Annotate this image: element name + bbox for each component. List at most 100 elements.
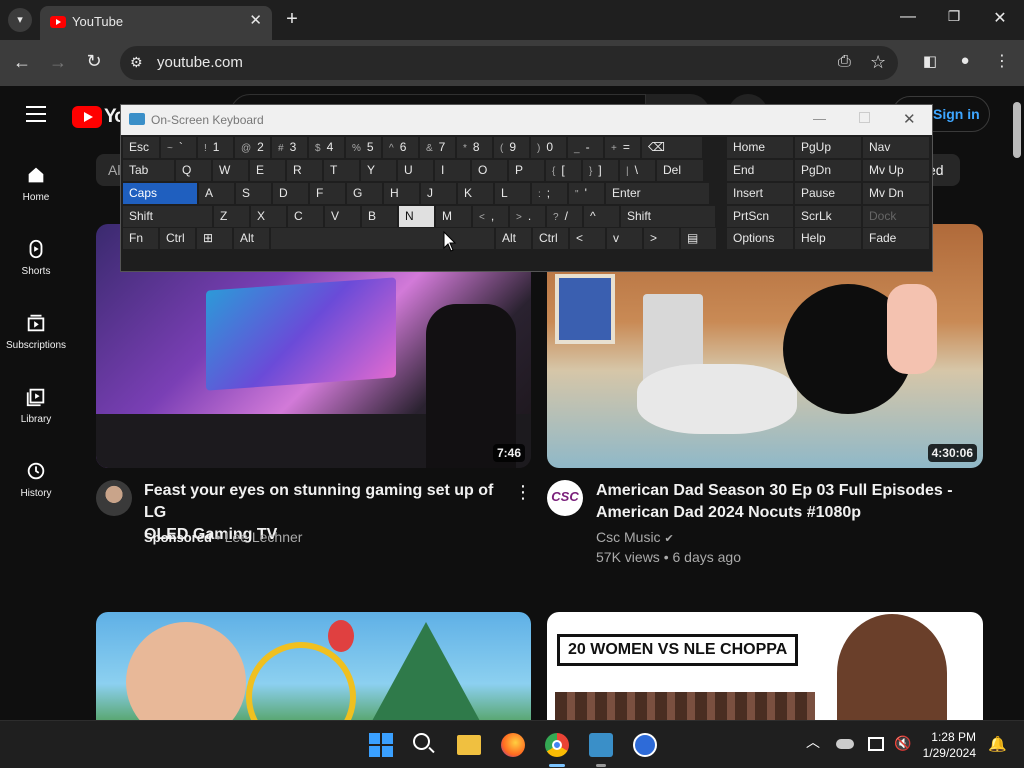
- volume-muted-icon[interactable]: 🔇: [894, 735, 911, 752]
- osk-key-shift[interactable]: Shift: [123, 206, 212, 227]
- profile-icon[interactable]: ●: [955, 52, 975, 69]
- osk-key-help[interactable]: Help: [795, 228, 861, 249]
- osk-key-symbol[interactable]: ? /: [547, 206, 582, 227]
- osk-key-symbol[interactable]: ⌫: [642, 137, 702, 158]
- osk-key-h[interactable]: H: [384, 183, 419, 204]
- firefox-icon[interactable]: [501, 733, 525, 757]
- osk-key-del[interactable]: Del: [657, 160, 703, 181]
- channel-avatar[interactable]: [96, 480, 132, 516]
- channel-name[interactable]: Lee Lechner: [225, 529, 303, 545]
- osk-key-caps[interactable]: Caps: [123, 183, 197, 204]
- osk-key-symbol[interactable]: :;: [532, 183, 567, 204]
- osk-key-9[interactable]: (9: [494, 137, 529, 158]
- browser-tab[interactable]: YouTube ✕: [40, 6, 272, 40]
- notification-bell-icon[interactable]: 🔔: [988, 735, 1007, 753]
- video-more-options-icon[interactable]: ⋮: [514, 482, 532, 503]
- osk-key-p[interactable]: P: [509, 160, 544, 181]
- osk-key-tab[interactable]: Tab: [123, 160, 174, 181]
- minimize-window-button[interactable]: —: [898, 8, 918, 26]
- osk-key-ctrl[interactable]: Ctrl: [533, 228, 568, 249]
- osk-key-7[interactable]: & 7: [420, 137, 455, 158]
- osk-key-symbol[interactable]: ~ `: [161, 137, 196, 158]
- osk-close-button[interactable]: ✕: [903, 110, 916, 128]
- sidebar-item-library[interactable]: Library: [0, 386, 72, 425]
- osk-key-prtscn[interactable]: PrtScn: [727, 206, 793, 227]
- osk-key-symbol[interactable]: ⊞: [197, 228, 232, 249]
- osk-key-pgup[interactable]: PgUp: [795, 137, 861, 158]
- osk-key-o[interactable]: O: [472, 160, 507, 181]
- osk-key-d[interactable]: D: [273, 183, 308, 204]
- network-icon[interactable]: [868, 737, 884, 751]
- bookmark-star-icon[interactable]: ☆: [870, 52, 886, 73]
- show-hidden-icons-chevron[interactable]: ︿: [806, 732, 820, 752]
- osk-key-scrlk[interactable]: ScrLk: [795, 206, 861, 227]
- osk-key-symbol[interactable]: ▤: [681, 228, 716, 249]
- osk-key-symbol[interactable]: _ -: [568, 137, 603, 158]
- osk-key-5[interactable]: % 5: [346, 137, 381, 158]
- osk-key-r[interactable]: R: [287, 160, 322, 181]
- osk-key-mvup[interactable]: Mv Up: [863, 160, 929, 181]
- osk-key-y[interactable]: Y: [361, 160, 396, 181]
- osk-key-fn[interactable]: Fn: [123, 228, 158, 249]
- install-app-icon[interactable]: ⎙: [838, 53, 851, 71]
- page-scrollbar[interactable]: [1010, 86, 1024, 720]
- channel-avatar[interactable]: CSC: [547, 480, 583, 516]
- osk-key-l[interactable]: L: [495, 183, 530, 204]
- browser-menu-icon[interactable]: ⋮: [992, 51, 1012, 71]
- osk-key-options[interactable]: Options: [727, 228, 793, 249]
- osk-key-z[interactable]: Z: [214, 206, 249, 227]
- osk-key-space[interactable]: [271, 228, 494, 249]
- scrollbar-thumb[interactable]: [1013, 102, 1021, 158]
- taskbar-clock[interactable]: 1:28 PM 1/29/2024: [923, 729, 976, 761]
- osk-key-c[interactable]: C: [288, 206, 323, 227]
- osk-key-n[interactable]: N: [399, 206, 434, 227]
- sidebar-item-shorts[interactable]: Shorts: [0, 238, 72, 277]
- osk-key-v[interactable]: V: [325, 206, 360, 227]
- osk-key-home[interactable]: Home: [727, 137, 793, 158]
- file-explorer-icon[interactable]: [457, 735, 481, 755]
- app-icon[interactable]: [633, 733, 657, 757]
- osk-key-pgdn[interactable]: PgDn: [795, 160, 861, 181]
- tab-close-icon[interactable]: ✕: [249, 11, 262, 29]
- osk-key-symbol[interactable]: }]: [583, 160, 618, 181]
- osk-key-f[interactable]: F: [310, 183, 345, 204]
- chrome-icon[interactable]: [545, 733, 569, 757]
- osk-key-w[interactable]: W: [213, 160, 248, 181]
- osk-title-bar[interactable]: On-Screen Keyboard — ✕: [121, 105, 932, 135]
- osk-key-q[interactable]: Q: [176, 160, 211, 181]
- start-windows-icon[interactable]: [369, 733, 393, 757]
- osk-key-ctrl[interactable]: Ctrl: [160, 228, 195, 249]
- osk-key-end[interactable]: End: [727, 160, 793, 181]
- search-icon[interactable]: [413, 733, 437, 757]
- osk-key-mvdn[interactable]: Mv Dn: [863, 183, 929, 204]
- address-bar[interactable]: ⚙ youtube.com ⎙ ☆: [120, 46, 898, 80]
- osk-key-dock[interactable]: Dock: [863, 206, 929, 227]
- osk-key-b[interactable]: B: [362, 206, 397, 227]
- new-tab-button[interactable]: +: [282, 8, 302, 31]
- osk-key-8[interactable]: * 8: [457, 137, 492, 158]
- osk-key-alt[interactable]: Alt: [496, 228, 531, 249]
- hamburger-menu-icon[interactable]: [26, 106, 46, 122]
- osk-key-3[interactable]: #3: [272, 137, 307, 158]
- osk-key-esc[interactable]: Esc: [123, 137, 159, 158]
- osk-key-k[interactable]: K: [458, 183, 493, 204]
- site-settings-icon[interactable]: ⚙: [130, 54, 143, 71]
- osk-key-i[interactable]: I: [435, 160, 470, 181]
- osk-key-x[interactable]: X: [251, 206, 286, 227]
- osk-maximize-button[interactable]: [859, 112, 870, 123]
- osk-key-symbol[interactable]: {[: [546, 160, 581, 181]
- osk-key-nav[interactable]: Nav: [863, 137, 929, 158]
- video-channel[interactable]: Csc Music ✔: [596, 529, 674, 545]
- tab-search-button[interactable]: ▾: [8, 8, 32, 32]
- osk-key-g[interactable]: G: [347, 183, 382, 204]
- osk-key-v[interactable]: v: [607, 228, 642, 249]
- osk-key-symbol[interactable]: | \: [620, 160, 655, 181]
- restore-window-button[interactable]: ❐: [944, 8, 964, 25]
- video-thumbnail[interactable]: 20 WOMEN VS NLE CHOPPA: [547, 612, 983, 720]
- osk-key-s[interactable]: S: [236, 183, 271, 204]
- osk-key-6[interactable]: ^ 6: [383, 137, 418, 158]
- osk-key-pause[interactable]: Pause: [795, 183, 861, 204]
- osk-key-symbol[interactable]: <,: [473, 206, 508, 227]
- back-arrow-icon[interactable]: ←: [12, 52, 32, 73]
- osk-key-j[interactable]: J: [421, 183, 456, 204]
